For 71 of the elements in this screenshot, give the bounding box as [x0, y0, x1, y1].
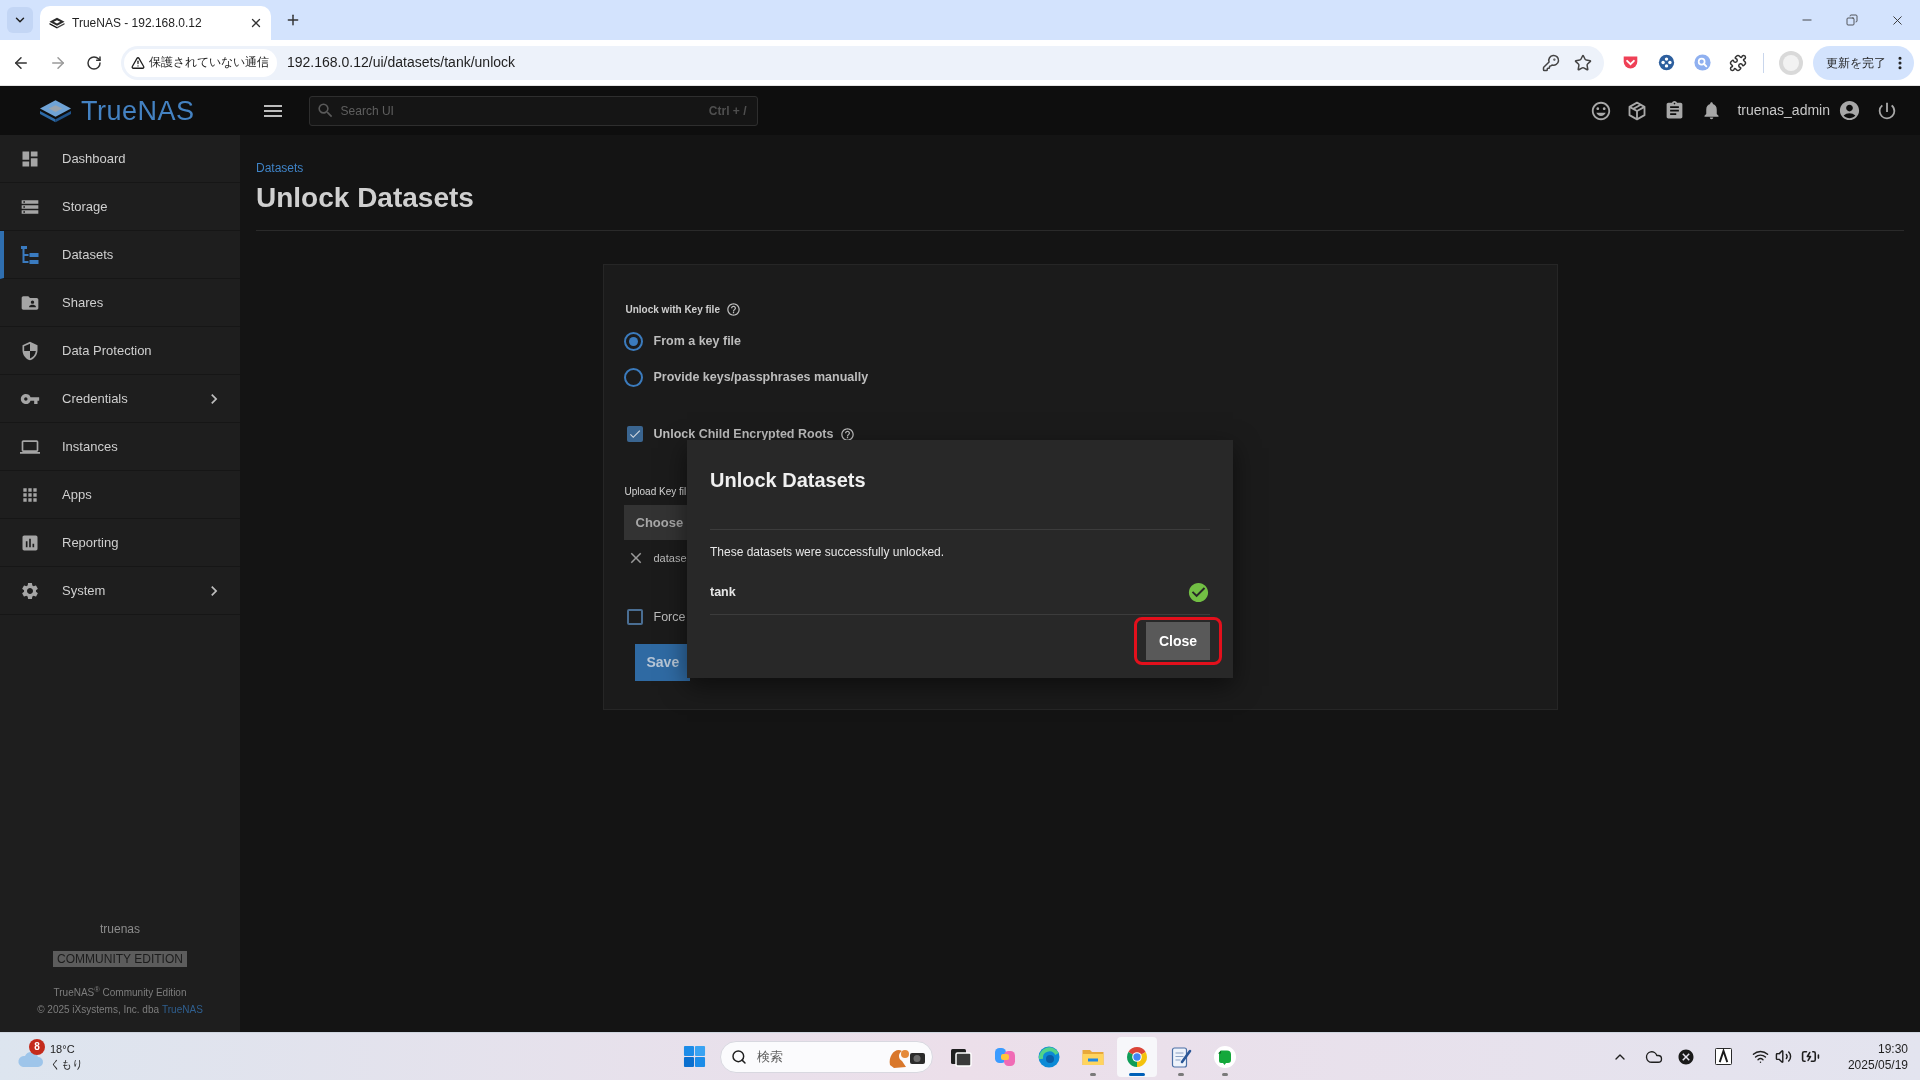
weather-condition: くもり — [50, 1056, 83, 1072]
shortcut-hint: Ctrl + / — [708, 102, 747, 120]
hostname: truenas — [100, 921, 140, 937]
check-icon — [627, 427, 642, 441]
taskbar-search-field[interactable]: 検索 — [720, 1040, 933, 1073]
clock-time[interactable]: 19:30 — [1877, 1040, 1908, 1057]
logo-icon — [39, 98, 72, 123]
checkbox[interactable] — [626, 609, 643, 625]
address-bar[interactable]: 保護されていない通信 192.168.0.12/ui/datasets/tank/unlock — [121, 45, 1604, 80]
tab-list-button[interactable] — [7, 7, 33, 33]
security-chip[interactable]: 保護されていない通信 — [124, 48, 277, 77]
settings-icon — [20, 580, 40, 601]
shield-icon — [20, 340, 40, 361]
file-name: datase — [653, 550, 687, 566]
account-icon — [1837, 99, 1861, 122]
upload-label: Upload Key fil — [624, 485, 687, 498]
volume-icon[interactable] — [1774, 1048, 1792, 1065]
shield-extension-icon — [1621, 54, 1639, 71]
copyright-text: © 2025 iXsystems, Inc. dba — [37, 1003, 160, 1017]
lambda-tray-icon[interactable] — [1714, 1048, 1732, 1065]
reload-icon — [86, 54, 102, 71]
temperature: 18°C — [50, 1041, 76, 1057]
sidebar-item[interactable]: Reporting — [0, 519, 240, 567]
edition-badge: COMMUNITY EDITION — [53, 951, 187, 967]
radio-option[interactable]: Provide keys/passphrases manually — [623, 365, 869, 389]
browser-tab[interactable]: TrueNAS - 192.168.0.12 — [40, 6, 271, 40]
help-icon[interactable] — [840, 426, 856, 442]
radio-option[interactable]: From a key file — [623, 329, 742, 353]
page-title: Unlock Datasets — [256, 181, 474, 215]
dialog-message: These datasets were successfully unlocked. — [710, 544, 945, 560]
warning-icon — [131, 55, 145, 70]
product-name: TrueNAS$^{®}$ Community Edition — [53, 986, 187, 1000]
section-label: Unlock with Key file — [625, 302, 720, 317]
bookmark-star-icon[interactable] — [1574, 53, 1592, 72]
dataset-name: tank — [710, 583, 737, 601]
username[interactable]: truenas_admin — [1737, 100, 1830, 121]
dialog-title: Unlock Datasets — [710, 468, 866, 492]
radio-button[interactable] — [623, 367, 643, 387]
update-button[interactable]: 更新を完了 — [1813, 45, 1914, 80]
plus-icon — [285, 12, 301, 28]
close-button[interactable]: Close — [1146, 622, 1210, 660]
smiley-icon — [1590, 99, 1613, 122]
magnifier-extension-icon — [1693, 54, 1711, 71]
radio-button[interactable] — [623, 331, 643, 351]
dataset-tree-icon — [20, 244, 40, 265]
site-logo-icon — [49, 16, 65, 30]
checkbox-option[interactable]: Unlock Child Encrypted Roots — [623, 422, 834, 446]
close-icon — [249, 16, 263, 30]
wifi-icon[interactable] — [1751, 1048, 1769, 1065]
notepad-icon — [1169, 1044, 1193, 1069]
notification-badge: 8 — [29, 1038, 45, 1055]
logo-text: TrueNAS — [81, 95, 195, 126]
search-icon — [731, 1048, 747, 1065]
help-icon[interactable] — [725, 301, 741, 317]
key-icon[interactable] — [1542, 53, 1560, 72]
profile-avatar-icon — [1779, 50, 1803, 75]
cube-icon — [1627, 100, 1648, 121]
clock-date[interactable]: 2025/05/19 — [1847, 1056, 1908, 1073]
restore-icon — [1845, 14, 1858, 26]
checkbox[interactable] — [626, 426, 643, 442]
choose-file-button[interactable]: Choose — [623, 505, 690, 540]
bubble-app-icon — [1213, 1044, 1237, 1069]
dotted-circle-extension-icon — [1657, 54, 1675, 71]
chrome-browser-icon — [1125, 1044, 1149, 1069]
search-icon — [315, 101, 335, 120]
edge-browser-icon — [1037, 1044, 1061, 1069]
tab-title: TrueNAS - 192.168.0.12 — [72, 15, 203, 32]
puzzle-icon — [1729, 53, 1747, 72]
checkbox-option[interactable]: Force — [623, 605, 686, 629]
start-icon — [682, 1045, 706, 1068]
breadcrumb-link[interactable]: Datasets — [256, 160, 304, 176]
